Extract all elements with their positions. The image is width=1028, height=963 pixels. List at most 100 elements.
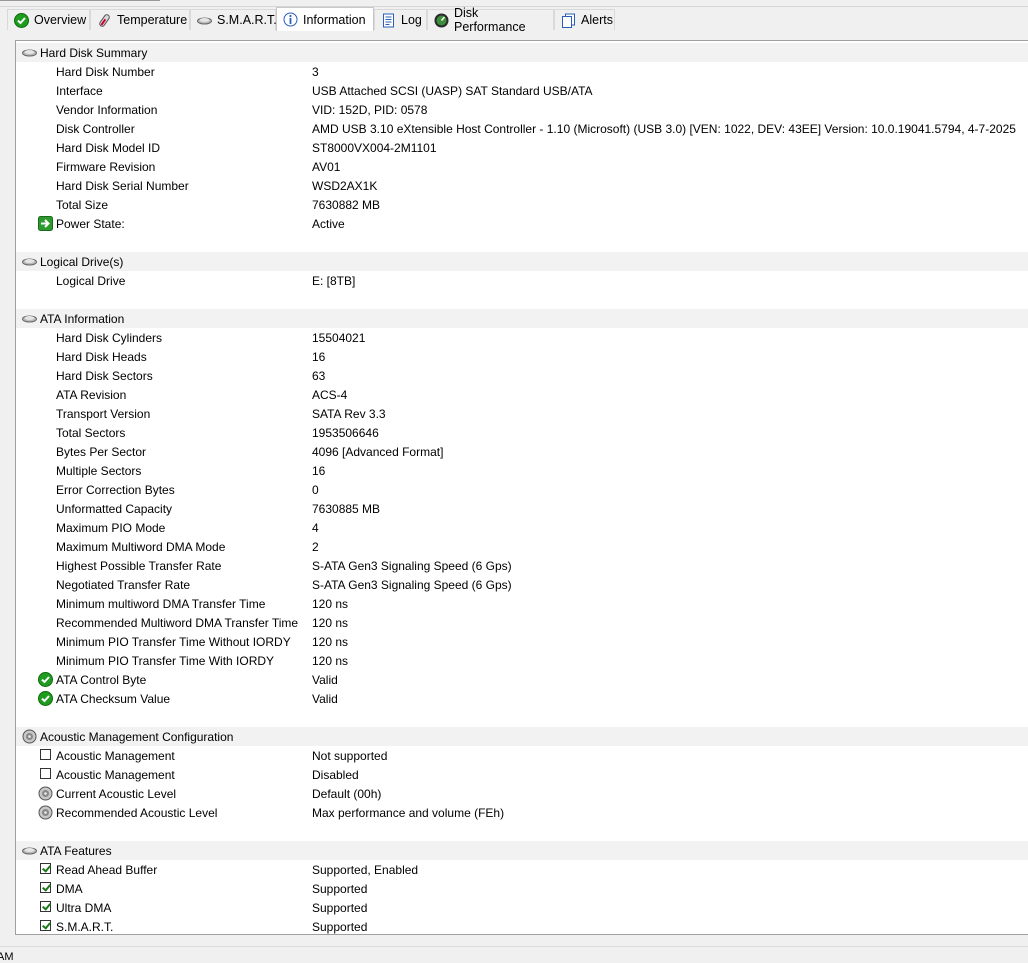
read-ahead-buffer-checkbox[interactable] [40, 863, 51, 874]
tab-label: Log [401, 13, 422, 27]
info-row: Disk Controller AMD USB 3.10 eXtensible H… [16, 119, 1028, 138]
status-text: AM [0, 951, 14, 963]
row-label: Ultra DMA [56, 901, 112, 915]
section-title: Hard Disk Summary [40, 46, 148, 60]
ultra-dma-checkbox[interactable] [40, 901, 51, 912]
speaker-icon [38, 786, 53, 801]
tab-temperature[interactable]: Temperature [90, 9, 190, 30]
row-value: VID: 152D, PID: 0578 [312, 103, 428, 117]
info-row: Recommended Acoustic Level Max performanc… [16, 803, 1028, 822]
row-label: Current Acoustic Level [56, 787, 177, 801]
row-value: 1953506646 [312, 426, 379, 440]
row-label: ATA Control Byte [56, 673, 147, 687]
info-row: DMA Supported [16, 879, 1028, 898]
thermometer-icon [99, 13, 110, 27]
disk-icon [22, 847, 37, 855]
pages-icon [562, 13, 575, 28]
disk-icon [197, 17, 212, 24]
row-label: Hard Disk Model ID [56, 141, 161, 155]
row-label: Multiple Sectors [56, 464, 142, 478]
row-label: Interface [56, 84, 103, 98]
tab-alerts[interactable]: Alerts [554, 9, 615, 30]
info-row: Current Acoustic Level Default (00h) [16, 784, 1028, 803]
row-value: Supported, Enabled [312, 863, 419, 877]
tab-log[interactable]: Log [374, 9, 427, 30]
row-label: Highest Possible Transfer Rate [56, 559, 222, 573]
tab-information[interactable]: Information [276, 7, 374, 31]
info-row: Read Ahead Buffer Supported, Enabled [16, 860, 1028, 879]
row-label: Total Size [56, 198, 109, 212]
row-value: ST8000VX004-2M1101 [312, 141, 437, 155]
row-label: Vendor Information [56, 103, 158, 117]
tab-disk-performance[interactable]: Disk Performance [427, 6, 554, 34]
row-value: Supported [312, 901, 368, 915]
info-row: Hard Disk Model ID ST8000VX004-2M1101 [16, 138, 1028, 157]
disk-icon [22, 315, 37, 323]
section-header-ata-information: ATA Information [16, 309, 1028, 328]
tab-label: Information [303, 12, 366, 27]
row-label: Hard Disk Cylinders [56, 331, 163, 345]
info-row: Transport Version SATA Rev 3.3 [16, 404, 1028, 423]
gauge-icon [434, 13, 449, 27]
check-circle-icon [38, 672, 53, 687]
info-row: Unformatted Capacity 7630885 MB [16, 499, 1028, 518]
info-row: Error Correction Bytes 0 [16, 480, 1028, 499]
row-label: Unformatted Capacity [56, 502, 173, 516]
row-label: Minimum PIO Transfer Time With IORDY [56, 654, 275, 668]
row-label: ATA Checksum Value [56, 692, 171, 706]
info-row: Acoustic Management Not supported [16, 746, 1028, 765]
row-value: Supported [312, 882, 368, 896]
row-value: 16 [312, 350, 326, 364]
row-value: 120 ns [312, 635, 349, 649]
information-panel[interactable]: Hard Disk Summary Hard Disk Number 3 Inte… [15, 40, 1028, 935]
info-row: Hard Disk Serial Number WSD2AX1K [16, 176, 1028, 195]
tab-smart[interactable]: S.M.A.R.T. [190, 9, 277, 30]
row-value: 16 [312, 464, 326, 478]
row-label: Total Sectors [56, 426, 126, 440]
info-row: Total Size 7630882 MB [16, 195, 1028, 214]
row-label: Maximum Multiword DMA Mode [56, 540, 226, 554]
info-row: Firmware Revision AV01 [16, 157, 1028, 176]
row-value: 15504021 [312, 331, 366, 345]
row-label: Hard Disk Number [56, 65, 155, 79]
info-row-ata-checksum: ATA Checksum Value Valid [16, 689, 1028, 708]
info-row: S.M.A.R.T. Supported [16, 917, 1028, 934]
info-row: Total Sectors 1953506646 [16, 423, 1028, 442]
section-title: Logical Drive(s) [40, 255, 124, 269]
smart-checkbox[interactable] [40, 920, 51, 931]
row-label: Hard Disk Serial Number [56, 179, 189, 193]
section-header-ata-features: ATA Features [16, 841, 1028, 860]
row-value: SATA Rev 3.3 [312, 407, 386, 421]
row-label: Acoustic Management [56, 749, 175, 763]
tab-label: S.M.A.R.T. [217, 13, 277, 27]
section-title: ATA Features [40, 844, 112, 858]
acoustic-management-checkbox[interactable] [40, 749, 51, 760]
info-row: Negotiated Transfer Rate S-ATA Gen3 Signa… [16, 575, 1028, 594]
row-value: Active [312, 217, 345, 231]
info-row-power-state: Power State: Active [16, 214, 1028, 233]
info-icon [283, 12, 298, 27]
acoustic-management-checkbox[interactable] [40, 768, 51, 779]
row-value: Default (00h) [312, 787, 382, 801]
dma-checkbox[interactable] [40, 882, 51, 893]
row-label: Hard Disk Heads [56, 350, 147, 364]
speaker-icon [38, 805, 53, 820]
info-row: Logical Drive E: [8TB] [16, 271, 1028, 290]
tab-overview[interactable]: Overview [7, 9, 90, 30]
row-label: Maximum PIO Mode [56, 521, 166, 535]
info-row: Minimum multiword DMA Transfer Time 120 n… [16, 594, 1028, 613]
row-value: Disabled [312, 768, 359, 782]
row-value: AV01 [312, 160, 341, 174]
section-title: Acoustic Management Configuration [40, 730, 234, 744]
row-value: Supported [312, 920, 368, 934]
row-value: Not supported [312, 749, 388, 763]
arrow-right-icon [38, 216, 53, 231]
row-value: 120 ns [312, 654, 349, 668]
info-row: Interface USB Attached SCSI (UASP) SAT St… [16, 81, 1028, 100]
info-row: Vendor Information VID: 152D, PID: 0578 [16, 100, 1028, 119]
section-header-logical-drives: Logical Drive(s) [16, 252, 1028, 271]
row-value: 2 [312, 540, 319, 554]
row-value: 63 [312, 369, 326, 383]
info-row: ATA Revision ACS-4 [16, 385, 1028, 404]
section-header-hard-disk-summary: Hard Disk Summary [16, 43, 1028, 62]
